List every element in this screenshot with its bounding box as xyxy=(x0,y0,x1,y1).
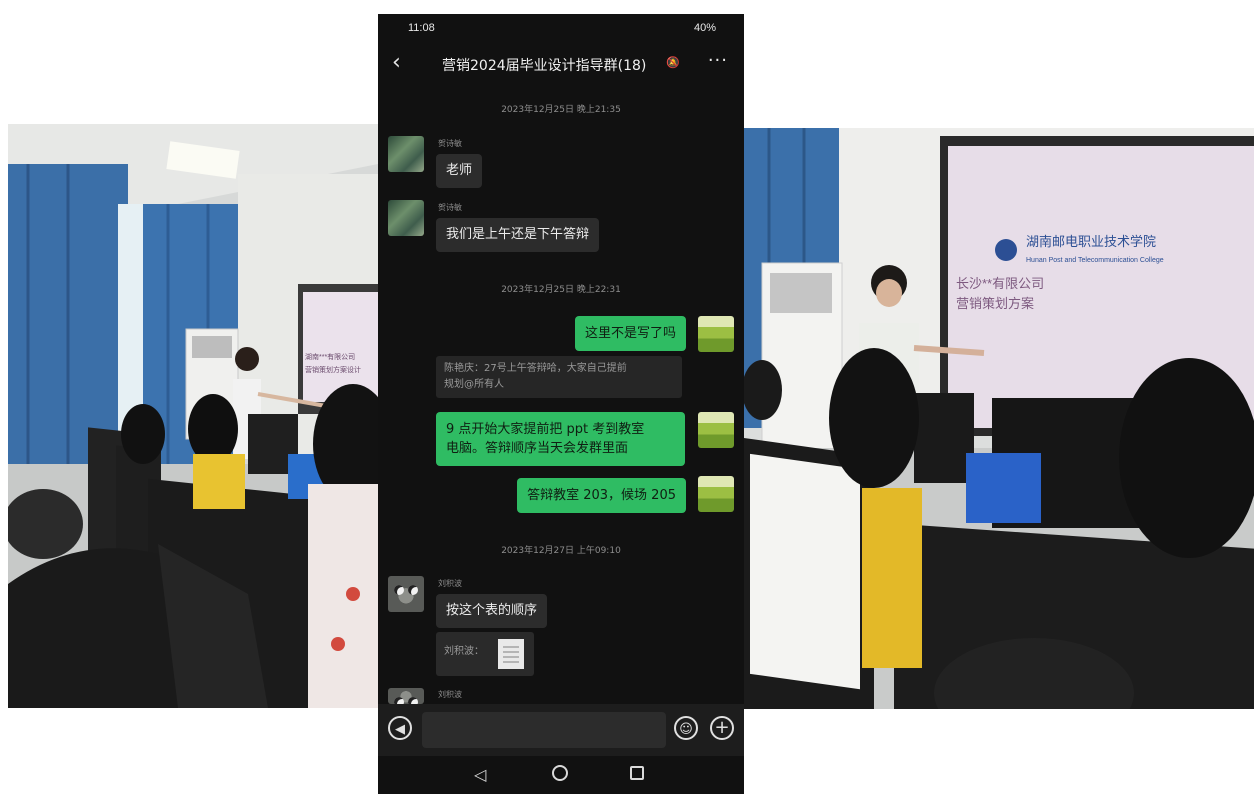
left-screen-line2: 营销策划方案设计 xyxy=(305,365,361,374)
status-bar: 11:08 40% xyxy=(378,14,744,42)
message-line: 9 点开始大家提前把 ppt 考到教室 xyxy=(446,422,645,437)
avatar[interactable] xyxy=(388,200,424,236)
message-bubble-outgoing[interactable]: 这里不是写了吗 xyxy=(574,316,686,351)
avatar[interactable] xyxy=(388,136,424,172)
more-options-icon[interactable]: ··· xyxy=(708,50,728,71)
back-arrow-icon[interactable]: ‹ xyxy=(392,50,401,75)
message-input[interactable] xyxy=(422,712,666,748)
avatar[interactable] xyxy=(388,688,424,704)
system-navigation-bar: ◁ xyxy=(378,756,744,794)
sender-name: 贺诗敏 xyxy=(438,203,462,212)
avatar[interactable] xyxy=(388,576,424,612)
document-icon xyxy=(498,639,524,669)
voice-input-icon[interactable]: ◀ xyxy=(388,716,412,740)
status-time: 11:08 xyxy=(408,22,435,34)
emoji-icon[interactable]: ☺ xyxy=(674,716,698,740)
right-screen-line2: 营销策划方案 xyxy=(956,296,1034,311)
message-bubble-incoming[interactable]: 我们是上午还是下午答辩 xyxy=(436,218,600,252)
sender-name: 刘积波 xyxy=(438,579,462,588)
quote-line: 规划@所有人 xyxy=(444,379,504,390)
timestamp: 2023年12月25日 晚上22:31 xyxy=(501,285,621,295)
file-sender-label: 刘积波： xyxy=(444,646,484,657)
timestamp: 2023年12月25日 晚上21:35 xyxy=(501,105,621,115)
avatar[interactable] xyxy=(698,316,734,352)
timestamp: 2023年12月27日 上午09:10 xyxy=(501,546,621,556)
message-bubble-incoming[interactable]: 老师 xyxy=(436,154,483,188)
classroom-photo-left: 湖南***有限公司 营销策划方案设计 xyxy=(8,124,378,708)
avatar[interactable] xyxy=(698,476,734,512)
message-input-bar: ◀ ☺ + xyxy=(378,704,744,756)
left-screen-line1: 湖南***有限公司 xyxy=(305,352,355,361)
message-line: 电脑。答辩顺序当天会发群里面 xyxy=(446,441,629,456)
quoted-message[interactable]: 陈艳庆：27号上午答辩哈，大家自己提前 规划@所有人 xyxy=(436,356,682,398)
right-screen-line1: 长沙**有限公司 xyxy=(956,276,1044,291)
nav-back-icon[interactable]: ◁ xyxy=(474,765,486,784)
message-bubble-outgoing[interactable]: 9 点开始大家提前把 ppt 考到教室 电脑。答辩顺序当天会发群里面 xyxy=(436,412,685,466)
chat-header: ‹ 营销2024届毕业设计指导群(18) 🔕 ··· xyxy=(378,48,744,82)
right-screen-school: 湖南邮电职业技术学院 xyxy=(1026,234,1156,250)
file-message[interactable]: 刘积波： xyxy=(436,632,534,676)
sender-name: 贺诗敏 xyxy=(438,139,462,148)
mute-bell-icon: 🔕 xyxy=(666,56,680,69)
quote-line: 陈艳庆：27号上午答辩哈，大家自己提前 xyxy=(444,363,627,374)
chat-title: 营销2024届毕业设计指导群(18) xyxy=(442,58,647,74)
battery-indicator: 40% xyxy=(693,22,716,34)
nav-recent-apps-icon[interactable] xyxy=(630,766,644,780)
nav-home-icon[interactable] xyxy=(552,765,568,781)
phone-chat-screenshot: 11:08 40% ‹ 营销2024届毕业设计指导群(18) 🔕 ··· 202… xyxy=(378,14,744,794)
right-screen-school-en: Hunan Post and Telecommunication College xyxy=(1026,257,1164,264)
classroom-photo-right: 湖南邮电职业技术学院 Hunan Post and Telecommunicat… xyxy=(744,128,1254,709)
plus-icon[interactable]: + xyxy=(710,716,734,740)
message-bubble-outgoing[interactable]: 答辩教室 203，候场 205 xyxy=(517,478,686,513)
message-bubble-incoming[interactable]: 按这个表的顺序 xyxy=(436,594,548,628)
avatar[interactable] xyxy=(698,412,734,448)
sender-name: 刘积波 xyxy=(438,690,462,699)
